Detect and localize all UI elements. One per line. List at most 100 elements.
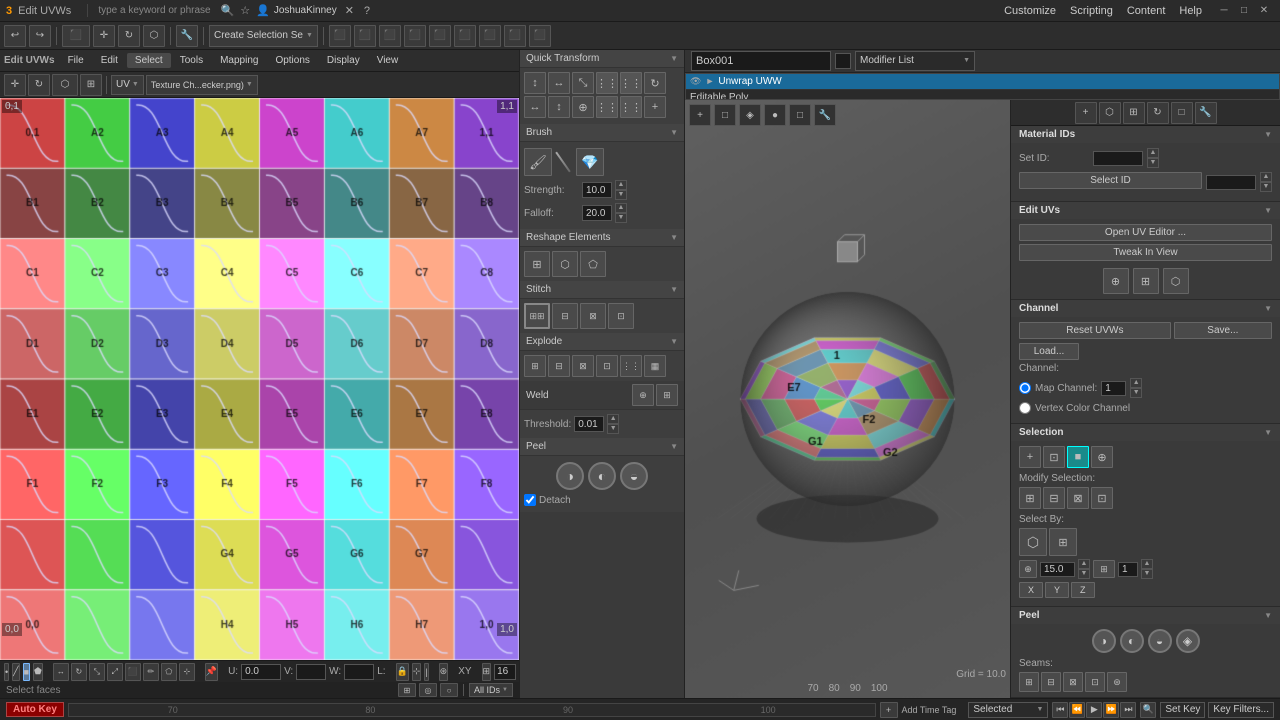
named-sel-6[interactable]: ⬛ [454, 25, 476, 47]
named-sel-5[interactable]: ⬛ [429, 25, 451, 47]
uv-viewport[interactable]: 0,1 1,1 0,0 1,0 [0, 98, 519, 660]
global-close-button[interactable]: ✕ [1254, 0, 1274, 22]
create-selection-dropdown[interactable]: Create Selection Se ▼ [209, 25, 318, 47]
redo-button[interactable]: ↪ [29, 25, 51, 47]
explode-btn6[interactable]: ▦ [644, 355, 666, 377]
peel-btn1[interactable]: ◑ [556, 462, 584, 490]
uv-snap-icon[interactable]: ⊕ [1103, 268, 1129, 294]
select-by-btn1[interactable]: ⬡ [1019, 528, 1047, 556]
prev-frame-btn[interactable]: ⏪ [1069, 702, 1085, 718]
cmd-utility-btn[interactable]: 🔧 [1195, 102, 1217, 124]
strength-down[interactable]: ▼ [615, 190, 627, 200]
qt-move-v[interactable]: ↔ [548, 72, 570, 94]
qt-center[interactable]: ⊕ [572, 96, 594, 118]
content-menu[interactable]: Content [1123, 5, 1170, 17]
peel-header[interactable]: Peel [520, 438, 684, 456]
cmd-display-btn[interactable]: □ [1171, 102, 1193, 124]
bt-up[interactable]: ▲ [1141, 559, 1153, 569]
uv-move-btn[interactable]: ✛ [4, 74, 26, 96]
named-sel-1[interactable]: ⬛ [329, 25, 351, 47]
modify-sel-btn2[interactable]: ⊟ [1043, 487, 1065, 509]
select-id-input[interactable] [1206, 175, 1256, 190]
add-time-tag-btn[interactable]: + [880, 702, 898, 718]
lock-btn[interactable]: 🔒 [396, 663, 409, 681]
stitch-btn1[interactable]: ⊞⊞ [524, 303, 550, 329]
map-channel-radio[interactable] [1019, 382, 1031, 394]
search-btn[interactable]: 🔍 [1140, 702, 1156, 718]
peel-right-btn3[interactable]: ◒ [1148, 629, 1172, 653]
stitch-btn3[interactable]: ⊠ [580, 303, 606, 329]
menu-view[interactable]: View [369, 53, 407, 68]
uv-move-mode[interactable]: ↔ [53, 663, 69, 681]
uv-weld-btn[interactable]: ⊞ [80, 74, 102, 96]
save-button[interactable]: Save... [1174, 322, 1272, 339]
bookmark-icon[interactable]: ☆ [240, 4, 250, 17]
peel-right-btn4[interactable]: ◈ [1176, 629, 1200, 653]
vertex-color-radio[interactable] [1019, 402, 1031, 414]
bs-up[interactable]: ▲ [1078, 559, 1090, 569]
grid-toggle[interactable]: ⊞ [482, 663, 492, 681]
minimize-button[interactable]: ─ [1214, 0, 1234, 22]
sel-plus-btn[interactable]: + [1019, 446, 1041, 468]
menu-edit[interactable]: Edit [93, 53, 126, 68]
brush-paint-btn[interactable]: 🖌 [524, 148, 552, 176]
select-obj-button[interactable]: ⬛ [62, 25, 90, 47]
undo-button[interactable]: ↩ [4, 25, 26, 47]
material-ids-header[interactable]: Material IDs [1011, 126, 1280, 143]
vp-sphere-btn[interactable]: ● [764, 104, 786, 126]
w-input[interactable] [344, 664, 374, 680]
help-menu[interactable]: Help [1175, 5, 1206, 17]
peel-btn3[interactable]: ◒ [620, 462, 648, 490]
menu-tools[interactable]: Tools [172, 53, 211, 68]
set-id-input[interactable] [1093, 151, 1143, 166]
select-id-up[interactable]: ▲ [1260, 172, 1272, 182]
detach-checkbox[interactable] [524, 494, 536, 506]
filter-btn[interactable]: ⊞ [398, 683, 416, 697]
search-icon[interactable]: 🔍 [221, 4, 235, 17]
peel-right-header[interactable]: Peel [1011, 607, 1280, 624]
peel-right-btn1[interactable]: ◑ [1092, 629, 1116, 653]
map-ch-up[interactable]: ▲ [1130, 378, 1142, 388]
open-uv-editor-button[interactable]: Open UV Editor ... [1019, 224, 1272, 241]
u-input[interactable] [241, 664, 281, 680]
qt-extra[interactable]: + [644, 96, 666, 118]
explode-btn2[interactable]: ⊟ [548, 355, 570, 377]
set-id-up[interactable]: ▲ [1147, 148, 1159, 158]
menu-select[interactable]: Select [127, 53, 171, 68]
move-button[interactable]: ✛ [93, 25, 115, 47]
search-bar-placeholder[interactable]: type a keyword or phrase [98, 5, 210, 16]
uv-rotate-btn[interactable]: ↻ [28, 74, 50, 96]
next-frame-btn[interactable]: ⏩ [1103, 702, 1119, 718]
cmd-motion-btn[interactable]: ↻ [1147, 102, 1169, 124]
cmd-hierarchy-btn[interactable]: ⊞ [1123, 102, 1145, 124]
uv-scale-btn[interactable]: ⬡ [52, 74, 78, 96]
thresh-up[interactable]: ▲ [607, 414, 619, 424]
uv-align-icon[interactable]: ⊞ [1133, 268, 1159, 294]
vp-wrench-btn[interactable]: 🔧 [814, 104, 836, 126]
explode-btn4[interactable]: ⊡ [596, 355, 618, 377]
qt-flip-h[interactable]: ↔ [524, 96, 546, 118]
sel-ring-btn[interactable]: ◎ [419, 683, 437, 697]
snap-toggle[interactable]: ⊹ [412, 663, 422, 681]
sel-face-btn[interactable]: ■ [1067, 446, 1089, 468]
modifier-expand-icon[interactable]: ► [705, 76, 714, 86]
menu-options[interactable]: Options [267, 53, 317, 68]
menu-mapping[interactable]: Mapping [212, 53, 266, 68]
render-setup-button[interactable]: 🔧 [176, 25, 198, 47]
uv-element-mode[interactable]: ⬟ [33, 663, 43, 681]
stitch-btn2[interactable]: ⊟ [552, 303, 578, 329]
threshold-input[interactable] [574, 416, 604, 432]
sphere-canvas[interactable] [685, 100, 1010, 698]
key-filters-button[interactable]: Key Filters... [1208, 702, 1274, 718]
channel-header[interactable]: Channel [1011, 300, 1280, 317]
vp-camera-btn[interactable]: □ [714, 104, 736, 126]
named-sel-8[interactable]: ⬛ [504, 25, 526, 47]
qt-dots1[interactable]: ⋮⋮ [596, 72, 618, 94]
v-input[interactable] [296, 664, 326, 680]
help-icon[interactable]: ? [364, 5, 370, 17]
scale-button[interactable]: ⬡ [143, 25, 165, 47]
uv-edge-mode[interactable]: ╱ [12, 663, 19, 681]
strength-input[interactable] [582, 182, 612, 198]
named-sel-3[interactable]: ⬛ [379, 25, 401, 47]
weld-btn1[interactable]: ⊕ [632, 384, 654, 406]
